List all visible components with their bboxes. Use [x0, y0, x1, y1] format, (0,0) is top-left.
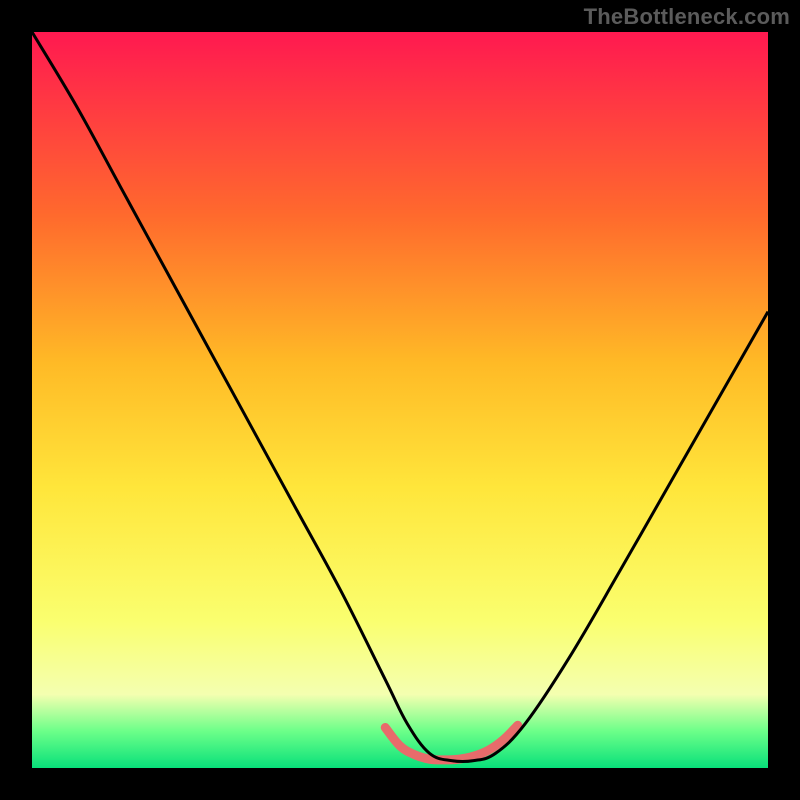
chart-frame: TheBottleneck.com	[0, 0, 800, 800]
watermark-text: TheBottleneck.com	[584, 4, 790, 30]
chart-svg	[32, 32, 768, 768]
gradient-bg	[32, 32, 768, 768]
plot-area	[32, 32, 768, 768]
